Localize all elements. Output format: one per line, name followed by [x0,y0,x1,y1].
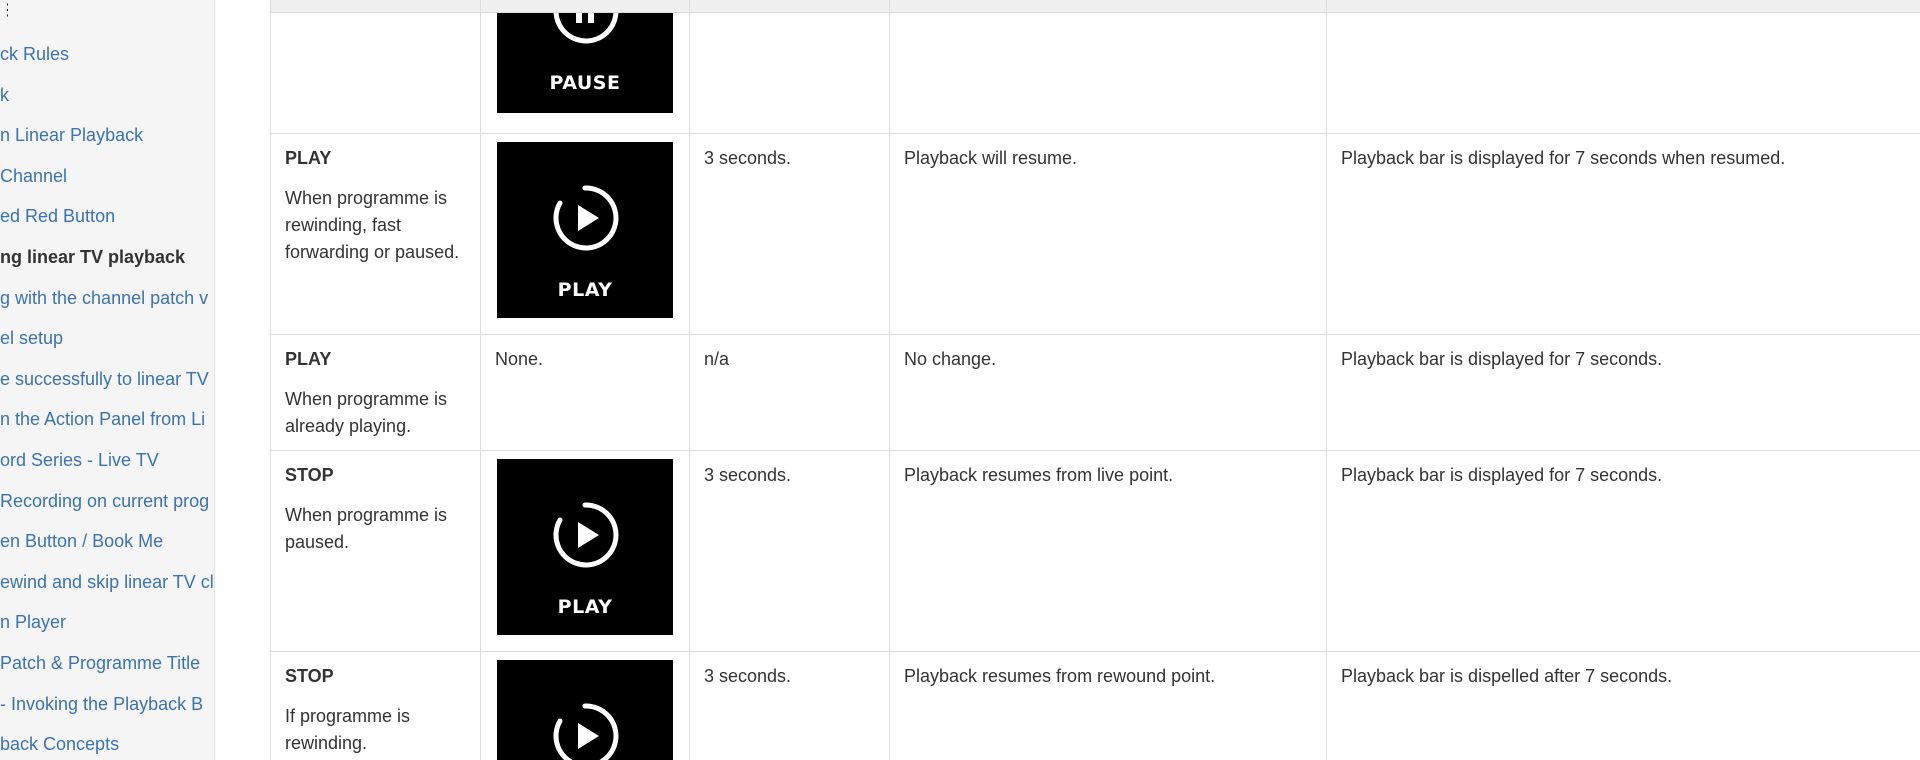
condition-description: When programme is rewinding, fast forwar… [285,188,460,262]
condition-cell: STOP When programme is paused. [270,450,481,652]
sidebar-item[interactable]: ed Red Button [0,203,214,244]
sidebar-item[interactable]: n the Action Panel from Li [0,406,214,447]
tile-label: PAUSE [549,72,621,94]
icon-cell: PAUSE [480,12,690,134]
playback-bar-cell: Playback bar is displayed for 7 seconds. [1326,450,1920,652]
sidebar-item[interactable]: Recording on current prog [0,488,214,529]
condition-title: STOP [285,465,334,485]
sidebar-item[interactable]: Patch & Programme Title [0,650,214,691]
table-row: STOP If programme is rewinding. 3 second… [270,651,1920,760]
condition-description: When programme is already playing. [285,389,448,436]
result-cell: Playback resumes from live point. [889,450,1327,652]
sidebar-item[interactable]: el setup [0,325,214,366]
condition-cell: PLAY When programme is already playing. [270,334,481,451]
page-tree-list: ck Rules k n Linear Playback Channel ed … [0,41,214,760]
table-header-cell [270,0,481,13]
sidebar-item[interactable]: back Concepts [0,731,214,760]
page-tree-sidebar: ck Rules k n Linear Playback Channel ed … [0,0,215,760]
table-header-row [270,0,1920,13]
play-icon [553,185,619,251]
sidebar-resize-handle[interactable]: ⋮ [0,0,8,760]
condition-cell [270,12,481,134]
table-header-cell [689,0,890,13]
result-cell: Playback resumes from rewound point. [889,651,1327,760]
page-content: PAUSE PLAY When programme is rewinding, … [216,0,1920,760]
table-row: PLAY When programme is already playing. … [270,334,1920,451]
result-cell: Playback will resume. [889,133,1327,335]
sidebar-item[interactable]: g with the channel patch v [0,285,214,326]
sidebar-item[interactable]: ewind and skip linear TV cl [0,569,214,610]
icon-cell: None. [480,334,690,451]
table-row: STOP When programme is paused. PLAY 3 se… [270,450,1920,652]
sidebar-item[interactable]: e successfully to linear TV [0,366,214,407]
condition-title: PLAY [285,148,332,168]
delay-cell: 3 seconds. [689,651,890,760]
delay-cell: n/a [689,334,890,451]
sidebar-item[interactable]: n Linear Playback [0,122,214,163]
condition-description: If programme is rewinding. [285,706,411,753]
sidebar-item[interactable]: Channel [0,163,214,204]
delay-cell: 3 seconds. [689,450,890,652]
play-button-image: PLAY [497,459,673,635]
condition-title: STOP [285,666,334,686]
playback-bar-cell [1326,12,1920,134]
condition-cell: PLAY When programme is rewinding, fast f… [270,133,481,335]
condition-title: PLAY [285,349,332,369]
sidebar-item[interactable]: ck Rules [0,41,214,82]
tile-label: PLAY [557,279,613,301]
condition-description: When programme is paused. [285,505,448,552]
sidebar-item[interactable]: n Player [0,609,214,650]
icon-cell: PLAY [480,133,690,335]
table-row: PAUSE [270,12,1920,134]
key-behaviour-table-wrap: PAUSE PLAY When programme is rewinding, … [270,0,1920,760]
playback-bar-cell: Playback bar is displayed for 7 seconds. [1326,334,1920,451]
result-cell [889,12,1327,134]
pause-button-image: PAUSE [497,13,673,113]
result-cell: No change. [889,334,1327,451]
table-row: PLAY When programme is rewinding, fast f… [270,133,1920,335]
sidebar-item[interactable]: en Button / Book Me [0,528,214,569]
table-header-cell [889,0,1327,13]
playback-bar-cell: Playback bar is dispelled after 7 second… [1326,651,1920,760]
table-header-cell [480,0,690,13]
playback-bar-cell: Playback bar is displayed for 7 seconds … [1326,133,1920,335]
delay-cell: 3 seconds. [689,133,890,335]
play-icon [553,502,619,568]
icon-cell [480,651,690,760]
table-header-cell [1326,0,1920,13]
sidebar-item[interactable]: ord Series - Live TV [0,447,214,488]
sidebar-item-current[interactable]: ng linear TV playback [0,244,214,285]
sidebar-item[interactable]: - Invoking the Playback B [0,691,214,732]
play-icon [553,703,619,760]
play-button-image [497,660,673,760]
tile-label: PLAY [557,596,613,618]
pause-icon [553,13,619,44]
sidebar-item[interactable]: k [0,82,214,123]
condition-cell: STOP If programme is rewinding. [270,651,481,760]
key-behaviour-table: PAUSE PLAY When programme is rewinding, … [270,0,1920,760]
play-button-image: PLAY [497,142,673,318]
delay-cell [689,12,890,134]
icon-cell: PLAY [480,450,690,652]
